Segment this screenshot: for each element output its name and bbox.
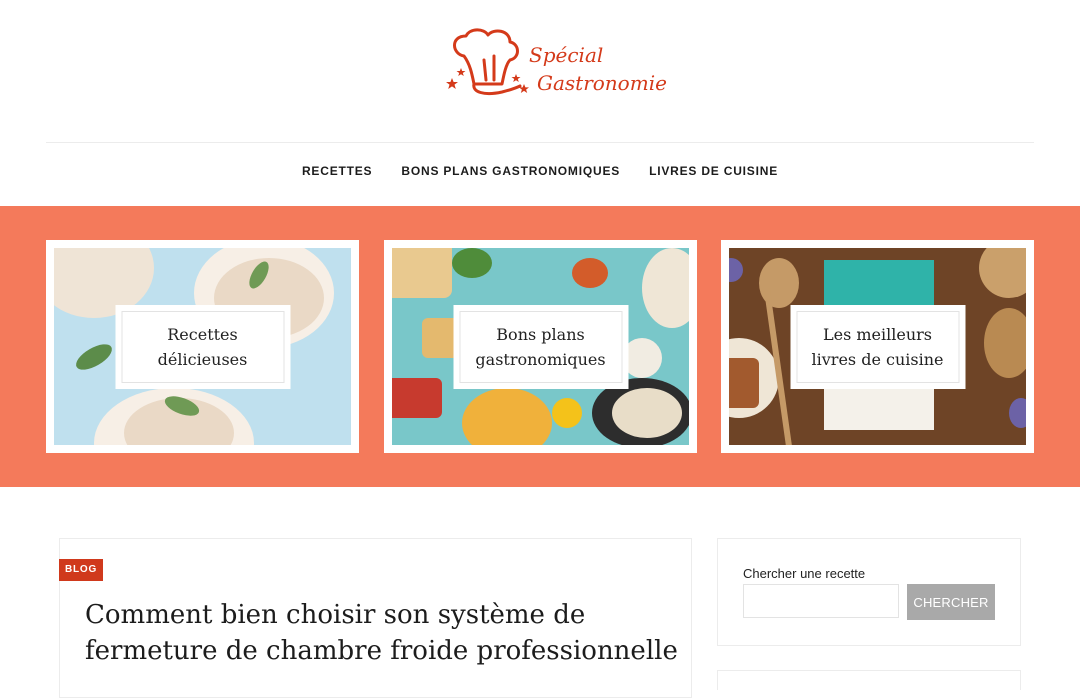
header-divider (46, 142, 1034, 143)
promo-box-bons-plans[interactable]: Bons plans gastronomiques (384, 240, 697, 453)
brand-name-line1[interactable]: Spécial (529, 44, 603, 66)
promo-box-livres[interactable]: Les meilleurs livres de cuisine (721, 240, 1034, 453)
search-button[interactable]: CHERCHER (907, 584, 995, 620)
nav-item-bons-plans[interactable]: BONS PLANS GASTRONOMIQUES (401, 163, 620, 179)
promo-label-recettes: Recettes délicieuses (115, 304, 290, 389)
star-icon (456, 68, 466, 76)
nav-item-recettes[interactable]: RECETTES (302, 163, 372, 179)
main-nav: RECETTES BONS PLANS GASTRONOMIQUES LIVRE… (0, 163, 1080, 179)
brand-name-line2[interactable]: Gastronomie (537, 72, 667, 94)
nav-item-livres[interactable]: LIVRES DE CUISINE (649, 163, 778, 179)
star-icon (446, 78, 458, 89)
sidebar-widget-next (717, 670, 1021, 690)
article-title[interactable]: Comment bien choisir son système de ferm… (85, 597, 685, 669)
search-label: Chercher une recette (743, 566, 866, 581)
category-badge[interactable]: BLOG (59, 559, 103, 581)
star-icon (511, 74, 521, 82)
promo-label-bons-plans: Bons plans gastronomiques (453, 304, 628, 389)
search-input[interactable] (743, 584, 899, 618)
promo-box-recettes[interactable]: Recettes délicieuses (46, 240, 359, 453)
promo-label-livres: Les meilleurs livres de cuisine (790, 304, 965, 389)
